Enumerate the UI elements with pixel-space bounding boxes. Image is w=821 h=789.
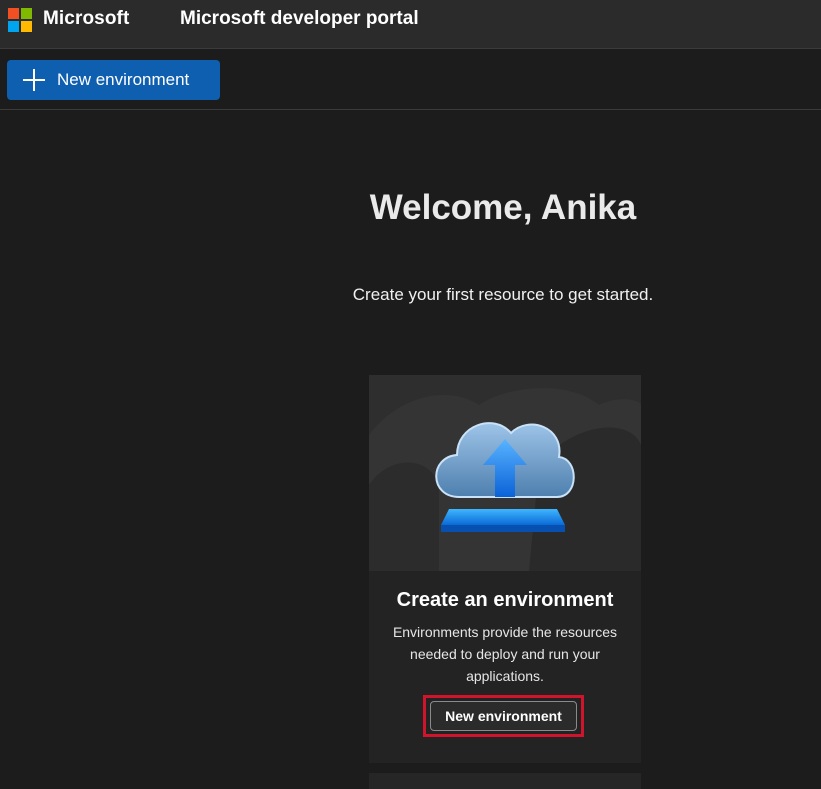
new-environment-button[interactable]: New environment <box>7 60 220 100</box>
brand-name[interactable]: Microsoft <box>43 8 129 30</box>
card-illustration <box>369 375 641 571</box>
next-card <box>369 773 641 789</box>
portal-title[interactable]: Microsoft developer portal <box>180 8 419 30</box>
cloud-upload-icon <box>369 388 641 571</box>
create-environment-card: Create an environment Environments provi… <box>369 375 641 763</box>
welcome-subtitle: Create your first resource to get starte… <box>352 285 654 304</box>
card-new-environment-button[interactable]: New environment <box>430 701 577 731</box>
card-title: Create an environment <box>396 589 614 611</box>
top-bar: Microsoft Microsoft developer portal <box>0 0 821 49</box>
new-environment-label: New environment <box>57 70 190 89</box>
command-bar: New environment <box>0 50 821 110</box>
plus-icon <box>23 69 45 91</box>
microsoft-logo-icon[interactable] <box>8 8 32 32</box>
card-description: Environments provide the resources neede… <box>392 624 618 684</box>
welcome-heading: Welcome, Anika <box>369 188 637 227</box>
